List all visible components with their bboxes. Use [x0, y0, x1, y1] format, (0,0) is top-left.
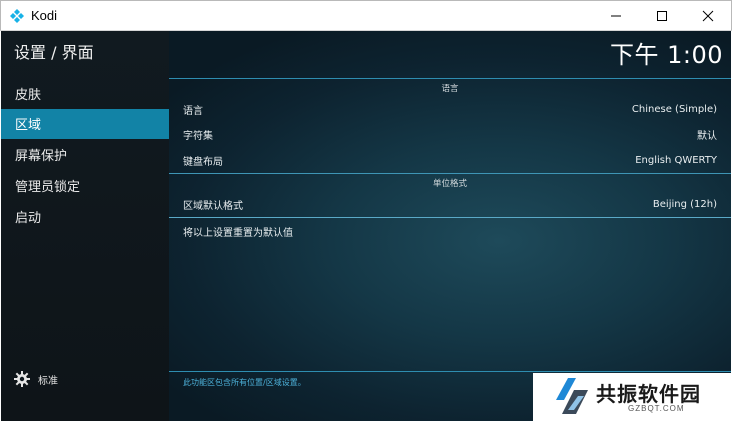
- group-header-language: 语言: [169, 78, 731, 98]
- kodi-app: 设置 / 界面 皮肤 区域 屏幕保护 管理员锁定 启动 标准 下午 1:00 语…: [1, 31, 731, 421]
- setting-language[interactable]: 语言 Chinese (Simple): [169, 97, 731, 121]
- gear-icon: [14, 371, 30, 387]
- section-title: 设置 / 界面: [14, 43, 94, 62]
- setting-charset-label: 字符集: [183, 130, 213, 142]
- setting-region-value: Beijing (12h): [652, 198, 717, 210]
- settings-level-button[interactable]: 标准: [14, 371, 58, 387]
- group-header-units: 单位格式: [169, 173, 731, 193]
- kodi-logo-icon: [10, 9, 24, 23]
- setting-keyboard-label: 键盘布局: [183, 156, 223, 168]
- watermark-domain: GZBQT.COM: [628, 404, 685, 413]
- close-icon: [702, 10, 714, 22]
- watermark-name: 共振软件园: [596, 382, 701, 406]
- clock: 下午 1:00: [609, 41, 723, 69]
- setting-charset[interactable]: 字符集 默认: [169, 122, 731, 146]
- setting-region-label: 区域默认格式: [183, 200, 243, 212]
- window-title: Kodi: [31, 8, 58, 23]
- maximize-icon: [657, 11, 667, 21]
- category-nav: 皮肤 区域 屏幕保护 管理员锁定 启动: [1, 78, 169, 232]
- setting-language-value: Chinese (Simple): [631, 103, 717, 115]
- setting-language-label: 语言: [183, 105, 203, 117]
- reset-settings-label: 将以上设置重置为默认值: [183, 227, 293, 239]
- footer-divider: [169, 371, 731, 372]
- maximize-button[interactable]: [639, 1, 685, 31]
- setting-keyboard-value: English QWERTY: [635, 154, 717, 166]
- reset-settings-button[interactable]: 将以上设置重置为默认值: [169, 219, 731, 243]
- sidebar: 设置 / 界面 皮肤 区域 屏幕保护 管理员锁定 启动 标准: [1, 31, 169, 421]
- window-titlebar: Kodi: [0, 0, 732, 31]
- watermark-logo-icon: [556, 378, 588, 414]
- nav-item-startup[interactable]: 启动: [1, 201, 169, 231]
- section-hint: 此功能区包含所有位置/区域设置。: [183, 378, 306, 387]
- nav-item-screensaver[interactable]: 屏幕保护: [1, 140, 169, 170]
- divider: [169, 217, 731, 218]
- minimize-button[interactable]: [593, 1, 639, 31]
- settings-panel: 下午 1:00 语言 语言 Chinese (Simple) 字符集 默认 键盘…: [169, 31, 731, 421]
- minimize-icon: [611, 15, 621, 17]
- nav-item-skin[interactable]: 皮肤: [1, 78, 169, 108]
- setting-keyboard-layout[interactable]: 键盘布局 English QWERTY: [169, 148, 731, 172]
- nav-item-regional[interactable]: 区域: [1, 108, 169, 139]
- nav-item-master-lock[interactable]: 管理员锁定: [1, 170, 169, 200]
- settings-level-label: 标准: [38, 375, 58, 387]
- setting-region-format[interactable]: 区域默认格式 Beijing (12h): [169, 192, 731, 216]
- close-button[interactable]: [685, 1, 731, 31]
- setting-charset-value: 默认: [697, 130, 717, 142]
- watermark: 共振软件园 GZBQT.COM: [533, 373, 731, 421]
